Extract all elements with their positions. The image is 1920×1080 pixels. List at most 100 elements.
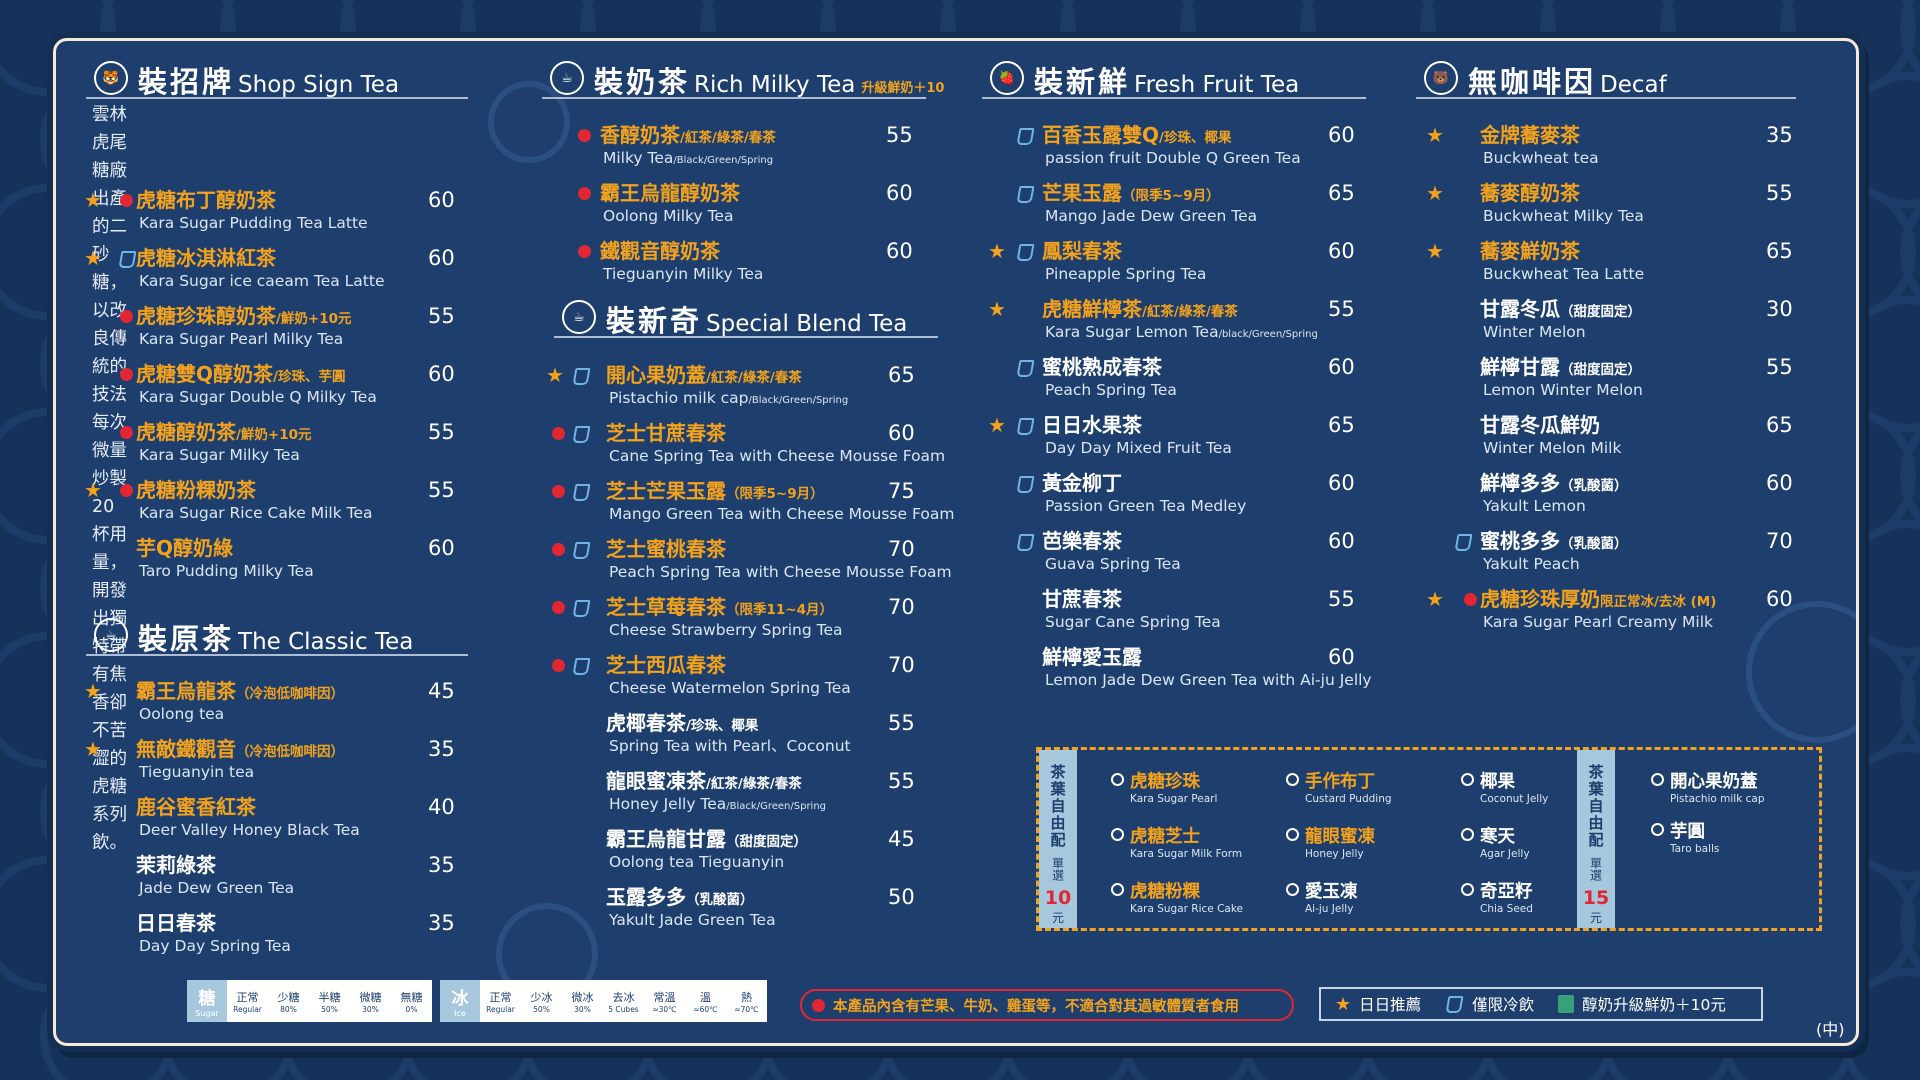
level-value: 50%: [533, 1004, 550, 1014]
item-name-en-note: /Black/Green/Spring: [673, 155, 774, 166]
item-name: 虎糖冰淇淋紅茶: [136, 246, 276, 270]
item-name-zh: 霸王烏龍甘露（甜度固定）: [606, 827, 807, 854]
item-name: 百香玉露雙Q: [1042, 123, 1160, 147]
item-name-en: Yakult Peach: [1483, 554, 1580, 574]
item-price: 60: [1328, 471, 1355, 495]
item-price: 65: [888, 363, 915, 387]
item-name-en: Lemon Winter Melon: [1483, 380, 1643, 400]
item-name-en-text: Yakult Peach: [1483, 555, 1580, 573]
topping-name: 手作布丁: [1305, 772, 1375, 792]
item-name: 鮮檸愛玉露: [1042, 645, 1142, 669]
topping-name-en: Custard Pudding: [1305, 793, 1392, 805]
item-name: 蜜桃多多: [1480, 529, 1560, 553]
fruit-icon: 🍓: [990, 61, 1024, 95]
item-name: 虎糖珍珠厚奶: [1480, 587, 1600, 611]
ring-icon: [1286, 883, 1299, 896]
level-value: ≈70℃: [734, 1004, 759, 1014]
red-dot-icon: [120, 484, 133, 497]
item-name-zh: 鹿谷蜜香紅茶: [136, 795, 256, 819]
level-value: ≈30℃: [652, 1004, 677, 1014]
star-icon: ★: [1426, 181, 1444, 205]
star-icon: ★: [84, 679, 102, 703]
item-name-en: Kara Sugar Double Q Milky Tea: [139, 387, 377, 407]
section-title-extra: 升級鮮奶＋10: [861, 81, 945, 96]
cold-cup-icon: [1016, 128, 1035, 145]
item-price: 60: [1328, 239, 1355, 263]
tag-label: 茶葉自由配: [1586, 764, 1605, 849]
item-name-en-text: Yakult Jade Green Tea: [609, 911, 776, 929]
ring-icon: [1461, 883, 1474, 896]
item-name: 霸王烏龍甘露: [606, 827, 726, 851]
item-name-en-text: Passion Green Tea Medley: [1045, 497, 1247, 515]
item-note: /鮮奶+10元: [236, 427, 312, 443]
item-name-en: Honey Jelly Tea/Black/Green/Spring: [609, 794, 826, 817]
item-price: 65: [1328, 413, 1355, 437]
item-note: /紅茶/綠茶/春茶: [706, 370, 802, 386]
item-price: 55: [428, 420, 455, 444]
decor-ring: [488, 81, 570, 163]
star-icon: ★: [1426, 239, 1444, 263]
item-note: /紅茶/綠茶/春茶: [1142, 304, 1238, 320]
item-name-en-text: Kara Sugar ice caeam Tea Latte: [139, 272, 385, 290]
cold-cup-icon: [1445, 995, 1464, 1013]
item-name-en-text: Honey Jelly Tea: [609, 795, 727, 813]
item-price: 60: [1328, 355, 1355, 379]
cold-cup-icon: [118, 251, 137, 268]
level-name: 常溫: [653, 990, 676, 1004]
red-dot-icon: [552, 601, 565, 614]
item-name: 芝士甘蔗春茶: [606, 421, 726, 445]
item-name-zh: 虎糖冰淇淋紅茶: [136, 246, 276, 270]
item-name-zh: 蜜桃多多（乳酸菌）: [1480, 529, 1628, 556]
topping-name: 椰果: [1480, 772, 1515, 792]
item-name: 霸王烏龍醇奶茶: [600, 181, 740, 205]
topping-name-en: Kara Sugar Rice Cake: [1130, 903, 1244, 915]
item-name: 無敵鐵觀音: [136, 737, 236, 761]
item-name: 芋Q醇奶綠: [136, 536, 234, 560]
cold-cup-icon: [572, 542, 591, 559]
item-price: 65: [1766, 413, 1793, 437]
red-dot-icon: [120, 426, 133, 439]
item-note: /紅茶/綠茶/春茶: [706, 776, 802, 792]
cold-cup-icon: [1016, 476, 1035, 493]
item-price: 55: [1766, 355, 1793, 379]
item-price: 60: [886, 181, 913, 205]
item-name: 茉莉綠茶: [136, 853, 216, 877]
topping-name-en: Coconut Jelly: [1480, 793, 1549, 805]
item-name-en: Buckwheat tea: [1483, 148, 1599, 168]
scale-level: 微糖 30%: [350, 980, 391, 1022]
ice-scale: 冰 Ice 正常 Regular 少冰 50% 微冰 30% 去冰 5 Cubes 常溫 ≈30℃ 溫 ≈…: [440, 980, 767, 1022]
item-name-zh: 黃金柳丁: [1042, 471, 1122, 495]
red-dot-icon: [1464, 593, 1477, 606]
red-dot-icon: [552, 543, 565, 556]
item-note: （限季5~9月）: [726, 486, 824, 502]
item-note: /珍珠、椰果: [686, 718, 759, 734]
item-price: 55: [1328, 587, 1355, 611]
item-note: （甜度固定）: [1560, 362, 1641, 378]
item-name-zh: 鮮檸甘露（甜度固定）: [1480, 355, 1641, 382]
section-underline: [554, 336, 938, 338]
level-value: 30%: [574, 1004, 591, 1014]
red-dot-icon: [120, 194, 133, 207]
red-dot-icon: [578, 245, 591, 258]
item-name-en-text: Sugar Cane Spring Tea: [1045, 613, 1221, 631]
item-name-zh: 虎糖珍珠厚奶限正常冰/去冰 (M): [1480, 587, 1716, 614]
item-name-en: Day Day Mixed Fruit Tea: [1045, 438, 1232, 458]
level-name: 去冰: [612, 990, 635, 1004]
item-name-en-text: Yakult Lemon: [1483, 497, 1586, 515]
item-name-en-text: Lemon Winter Melon: [1483, 381, 1643, 399]
topping-price-tag: 茶葉自由配 單選 15 元: [1577, 750, 1615, 928]
section-title-en: Fresh Fruit Tea: [1134, 72, 1300, 98]
item-name-en-text: Oolong tea Tieguanyin: [609, 853, 785, 871]
item-name-zh: 芝士草莓春茶（限季11~4月）: [606, 595, 833, 622]
level-name: 少糖: [277, 990, 300, 1004]
scale-level: 熱 ≈70℃: [726, 980, 767, 1022]
item-name-en: Buckwheat Milky Tea: [1483, 206, 1644, 226]
sugar_scale-label: 糖 Sugar: [187, 980, 227, 1022]
tag-unit: 元: [1051, 911, 1064, 925]
item-name-zh: 霸王烏龍茶（冷泡低咖啡因）: [136, 679, 344, 706]
item-name-en-text: Kara Sugar Double Q Milky Tea: [139, 388, 377, 406]
item-name-zh: 芝士蜜桃春茶: [606, 537, 726, 561]
description-line: 雲林虎尾糖廠出產的二砂糖，以改良傳統的: [92, 105, 127, 377]
item-name: 黃金柳丁: [1042, 471, 1122, 495]
scale-level: 去冰 5 Cubes: [603, 980, 644, 1022]
